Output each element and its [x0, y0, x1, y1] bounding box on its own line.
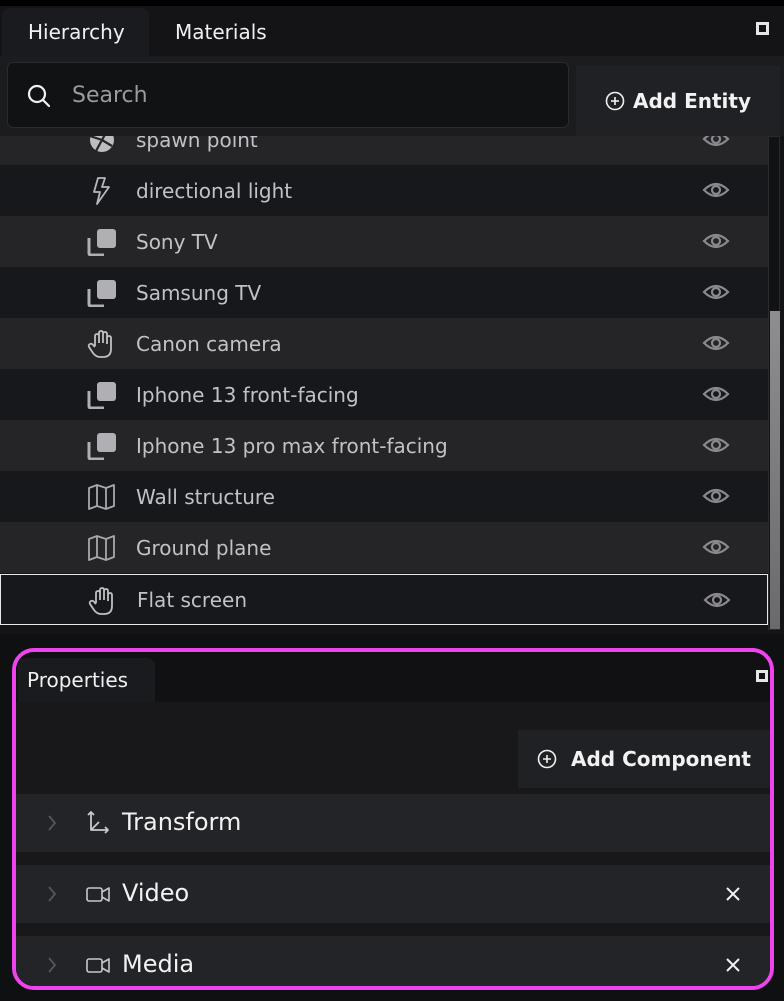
entity-label: Sony TV	[136, 229, 218, 254]
entity-row[interactable]: Ground plane	[0, 522, 768, 573]
search-icon	[27, 84, 51, 108]
maximize-panel-icon[interactable]	[756, 22, 769, 35]
add-component-button[interactable]: Add Component	[518, 730, 770, 788]
hierarchy-scrollbar[interactable]	[768, 136, 780, 630]
hand-icon	[87, 330, 112, 358]
entity-row[interactable]: spawn point	[0, 136, 768, 165]
entity-label: spawn point	[136, 136, 258, 152]
hierarchy-panel: Hierarchy Materials Add Entity	[0, 6, 784, 634]
entity-row[interactable]: Canon camera	[0, 318, 768, 369]
close-icon[interactable]	[724, 885, 742, 903]
maximize-panel-icon[interactable]	[756, 670, 768, 682]
tab-materials[interactable]: Materials	[149, 8, 299, 56]
properties-panel: Properties Add Component Transform Video…	[12, 648, 774, 990]
entity-row[interactable]: Wall structure	[0, 471, 768, 522]
eye-icon[interactable]	[702, 485, 730, 507]
copy-icon	[87, 280, 116, 307]
plus-circle-icon	[537, 749, 557, 769]
component-label: Video	[122, 879, 190, 907]
scrollbar-thumb[interactable]	[770, 311, 780, 629]
entity-row[interactable]: Iphone 13 front-facing	[0, 369, 768, 420]
lightning-icon	[93, 177, 110, 205]
entity-row[interactable]: Samsung TV	[0, 267, 768, 318]
add-entity-button[interactable]: Add Entity	[576, 66, 780, 136]
copy-icon	[87, 433, 116, 460]
chevron-right-icon[interactable]	[46, 813, 58, 833]
copy-icon	[87, 382, 116, 409]
entity-label: Iphone 13 front-facing	[136, 382, 359, 407]
video-camera-icon	[86, 887, 110, 902]
component-row-media[interactable]: Media	[16, 936, 770, 986]
hand-icon	[88, 587, 113, 615]
close-icon[interactable]	[724, 956, 742, 974]
entity-label: Samsung TV	[136, 280, 262, 305]
entity-list: spawn point directional light Sony TV Sa…	[0, 136, 768, 628]
search-toolbar: Add Entity	[0, 56, 784, 136]
map-icon	[88, 484, 115, 510]
chevron-right-icon[interactable]	[46, 884, 58, 904]
map-icon	[88, 535, 115, 561]
component-row-video[interactable]: Video	[16, 865, 770, 923]
eye-icon[interactable]	[702, 136, 730, 150]
video-camera-icon	[86, 958, 110, 973]
tab-properties[interactable]: Properties	[18, 658, 155, 702]
entity-row[interactable]: Sony TV	[0, 216, 768, 267]
entity-label: Iphone 13 pro max front-facing	[136, 433, 448, 458]
chevron-right-icon[interactable]	[46, 955, 58, 975]
properties-tabbar: Properties	[16, 652, 770, 702]
component-row-transform[interactable]: Transform	[16, 794, 770, 852]
eye-icon[interactable]	[702, 179, 730, 201]
entity-label: Ground plane	[136, 535, 272, 560]
eye-icon[interactable]	[703, 589, 731, 611]
entity-row[interactable]: directional light	[0, 165, 768, 216]
eye-icon[interactable]	[702, 383, 730, 405]
entity-row[interactable]: Iphone 13 pro max front-facing	[0, 420, 768, 471]
entity-label: directional light	[136, 178, 293, 203]
search-box	[7, 62, 569, 128]
hierarchy-tabbar: Hierarchy Materials	[0, 6, 784, 56]
search-input[interactable]	[72, 73, 552, 117]
add-component-label: Add Component	[571, 747, 751, 771]
add-entity-label: Add Entity	[633, 89, 751, 113]
entity-label: Wall structure	[136, 484, 275, 509]
eye-icon[interactable]	[702, 536, 730, 558]
copy-icon	[87, 229, 116, 256]
entity-label: Canon camera	[136, 331, 282, 356]
properties-body: Add Component Transform Video Media	[16, 702, 770, 986]
tab-hierarchy[interactable]: Hierarchy	[2, 8, 149, 56]
component-label: Transform	[122, 808, 242, 836]
plus-circle-icon	[605, 91, 625, 111]
aperture-icon	[89, 136, 114, 152]
eye-icon[interactable]	[702, 434, 730, 456]
eye-icon[interactable]	[702, 281, 730, 303]
entity-row-selected[interactable]: Flat screen	[0, 574, 768, 625]
eye-icon[interactable]	[702, 332, 730, 354]
entity-label: Flat screen	[137, 587, 247, 612]
eye-icon[interactable]	[702, 230, 730, 252]
axes-icon	[87, 811, 109, 834]
component-label: Media	[122, 950, 195, 978]
